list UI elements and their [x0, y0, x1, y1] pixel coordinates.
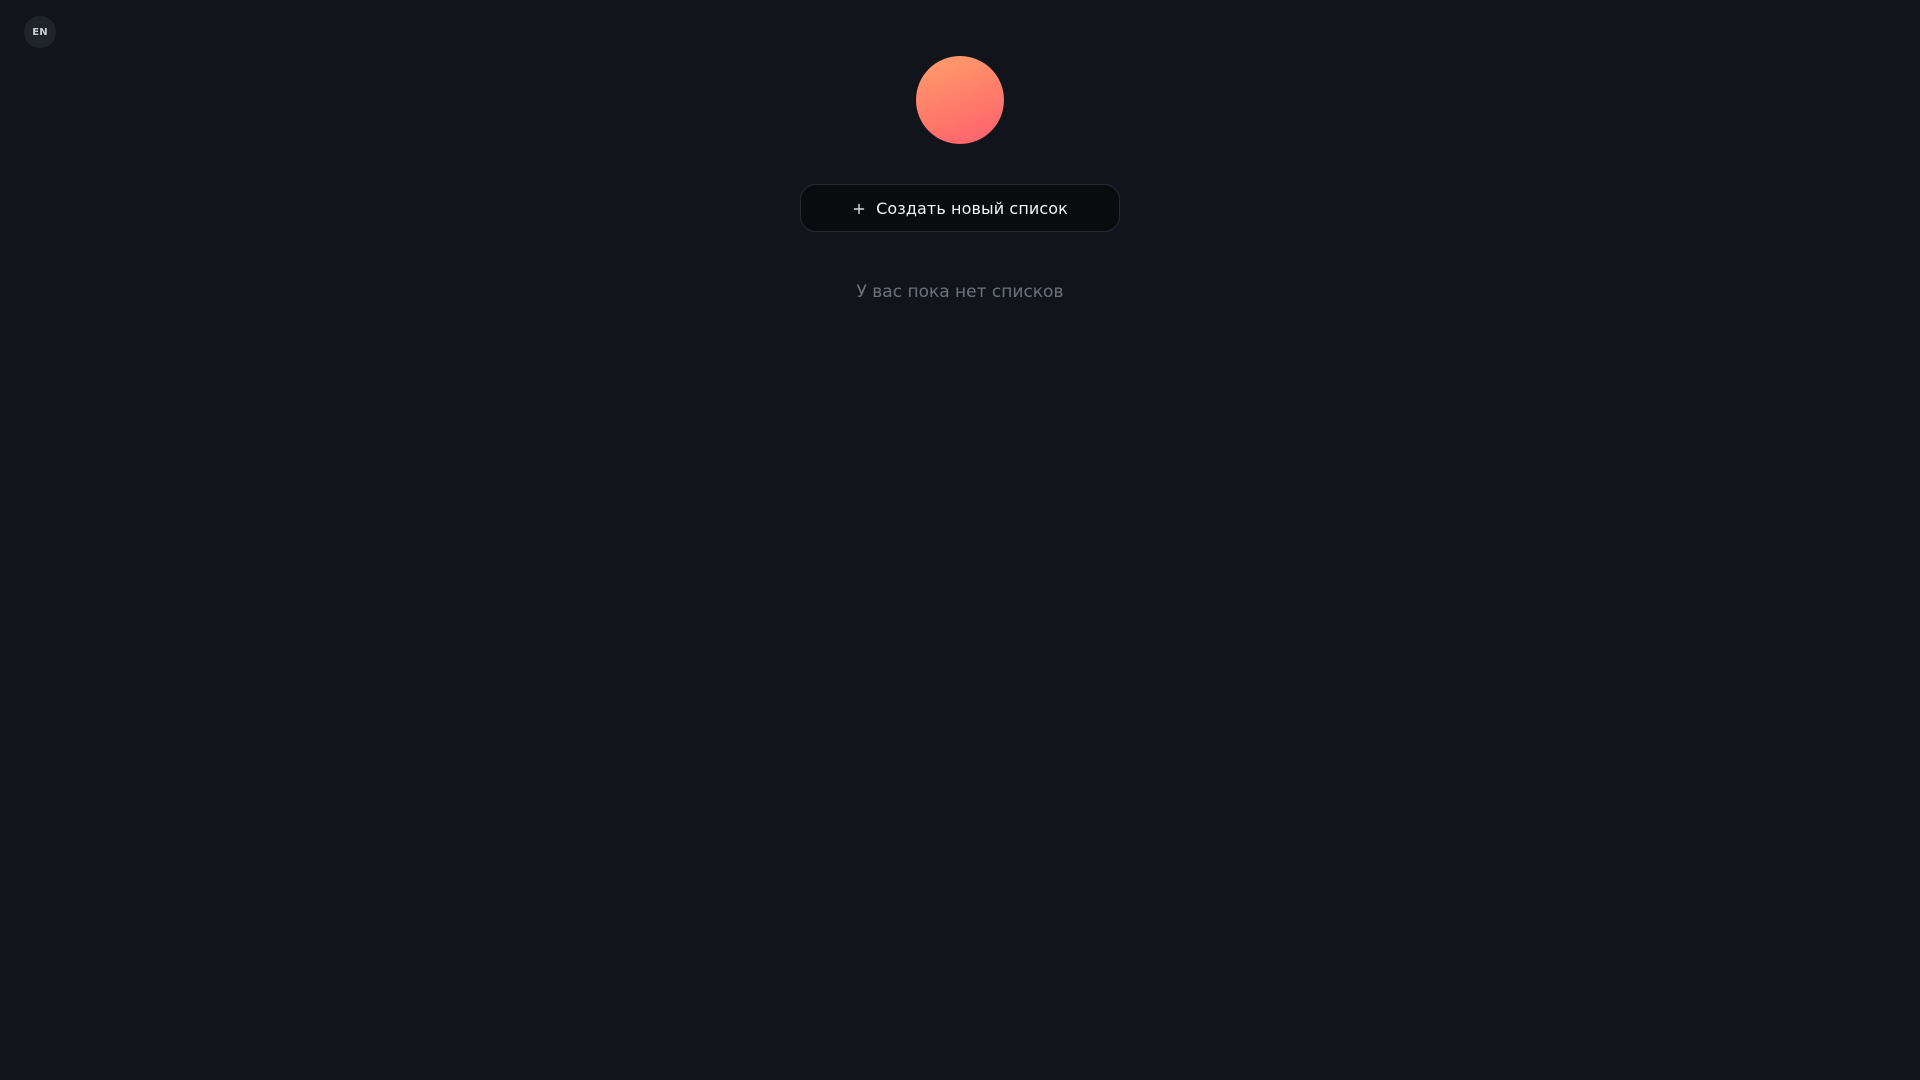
avatar[interactable]: [916, 56, 1004, 144]
create-list-label: Создать новый список: [876, 198, 1068, 218]
language-switch-button[interactable]: EN: [24, 16, 56, 48]
plus-icon: [852, 201, 866, 215]
page: EN Создать новый список У вас пока нет с…: [0, 0, 1920, 1080]
create-list-button[interactable]: Создать новый список: [800, 184, 1120, 232]
empty-lists-message: У вас пока нет списков: [856, 282, 1064, 302]
